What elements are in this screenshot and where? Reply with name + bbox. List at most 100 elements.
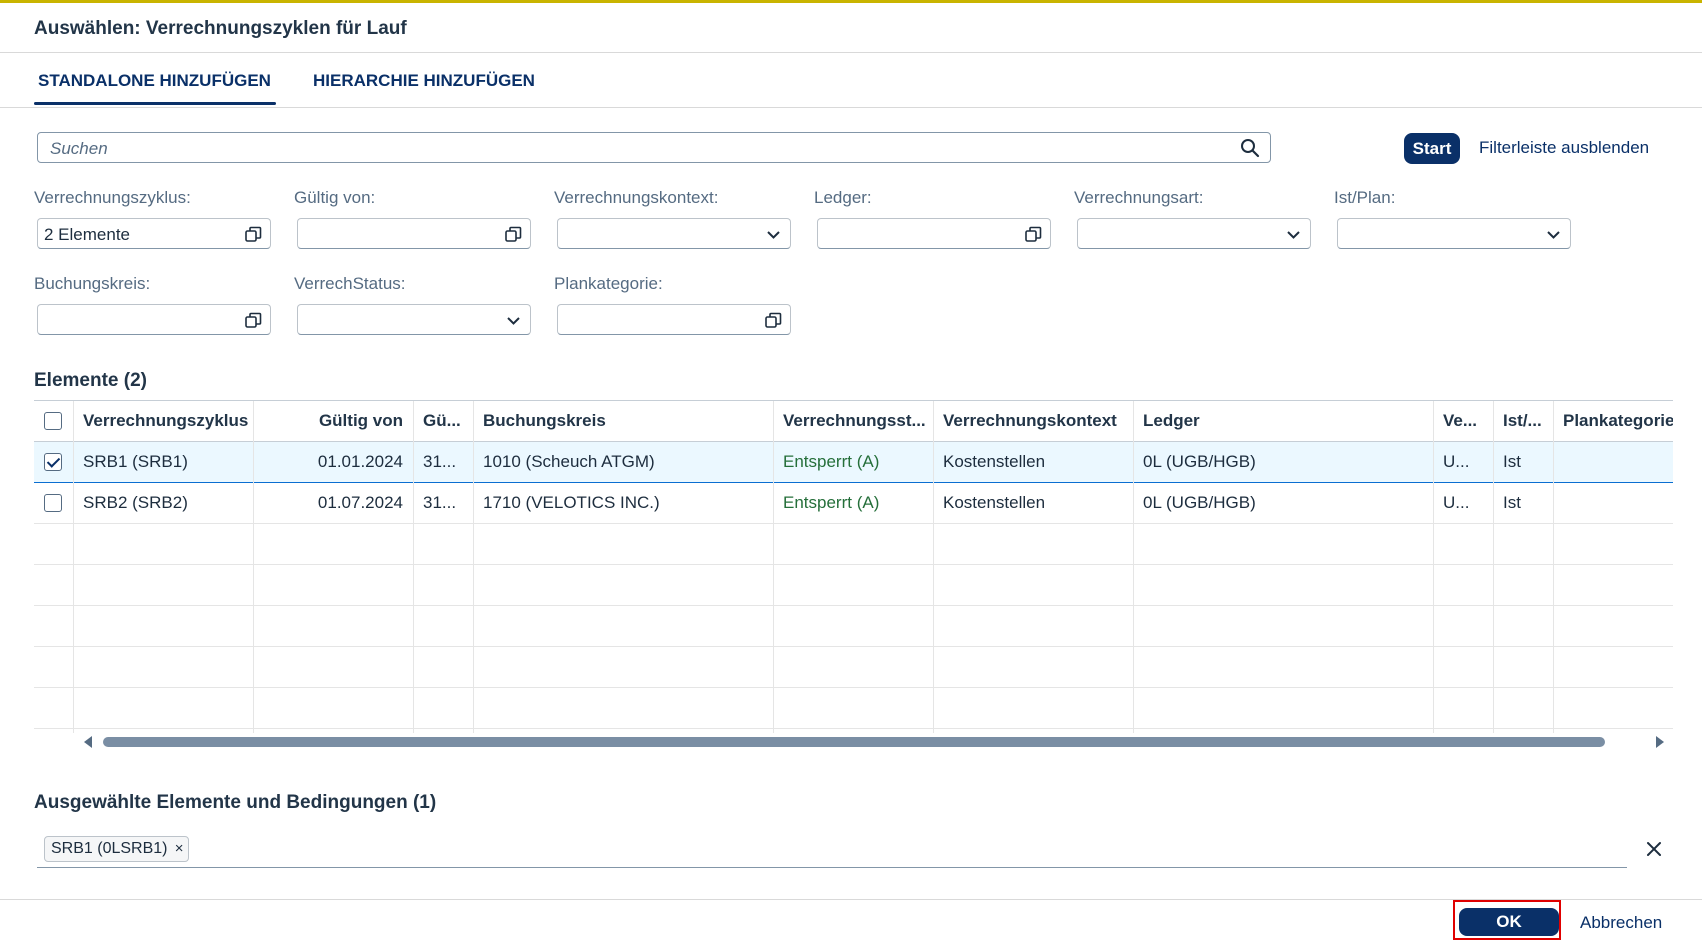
column-divider bbox=[473, 401, 474, 733]
label-ist-plan: Ist/Plan: bbox=[1334, 188, 1396, 207]
value-help-icon[interactable] bbox=[245, 226, 262, 243]
col-header-verrechnungskontext[interactable]: Verrechnungskontext bbox=[933, 401, 1133, 441]
cell-verrechnungszyklus: SRB2 (SRB2) bbox=[83, 493, 188, 512]
chevron-down-icon[interactable] bbox=[1545, 226, 1562, 243]
value-help-icon[interactable] bbox=[1025, 226, 1042, 243]
column-divider bbox=[253, 401, 254, 733]
chevron-down-icon[interactable] bbox=[1285, 226, 1302, 243]
cell-gueltig-bis: 31... bbox=[423, 452, 457, 471]
start-button[interactable]: Start bbox=[1404, 133, 1460, 164]
selected-token[interactable]: SRB1 (0LSRB1) × bbox=[44, 836, 189, 862]
cell-gueltig-von: 01.07.2024 bbox=[317, 493, 403, 512]
cell-plankategorie bbox=[1553, 483, 1673, 523]
row-checkbox[interactable] bbox=[44, 494, 62, 512]
label-gueltig-von: Gültig von: bbox=[294, 188, 376, 207]
column-divider bbox=[1433, 401, 1434, 733]
token-remove-icon[interactable]: × bbox=[175, 837, 184, 861]
tab-standalone[interactable]: STANDALONE HINZUFÜGEN bbox=[38, 71, 271, 91]
column-divider bbox=[413, 401, 414, 733]
cell-buchungskreis: 1710 (VELOTICS INC.) bbox=[483, 493, 660, 512]
column-divider bbox=[933, 401, 934, 733]
label-buchungskreis: Buchungskreis: bbox=[34, 274, 151, 293]
col-header-buchungskreis[interactable]: Buchungskreis bbox=[473, 401, 773, 441]
chevron-down-icon[interactable] bbox=[505, 312, 522, 329]
cell-gueltig-von: 01.01.2024 bbox=[317, 452, 403, 471]
col-header-verrechnungszyklus[interactable]: Verrechnungszyklus bbox=[73, 401, 253, 441]
cell-gueltig-bis: 31... bbox=[423, 493, 457, 512]
column-divider bbox=[73, 401, 74, 733]
field-gueltig-von[interactable] bbox=[297, 218, 531, 249]
search-icon[interactable] bbox=[1240, 138, 1260, 158]
column-divider bbox=[1133, 401, 1134, 733]
col-header-plankategorie[interactable]: Plankategorie bbox=[1553, 401, 1673, 441]
table-row-empty bbox=[34, 524, 1673, 565]
tab-bar: STANDALONE HINZUFÜGEN HIERARCHIE HINZUFÜ… bbox=[0, 53, 1702, 108]
active-tab-indicator bbox=[34, 102, 276, 105]
select-verrechnungsart[interactable] bbox=[1077, 218, 1311, 249]
col-header-ledger[interactable]: Ledger bbox=[1133, 401, 1433, 441]
cell-verrechnungsart: U... bbox=[1443, 452, 1470, 471]
table-row-empty bbox=[34, 606, 1673, 647]
cell-ist-plan: Ist bbox=[1503, 452, 1521, 471]
token-label: SRB1 (0LSRB1) bbox=[51, 840, 168, 857]
column-divider bbox=[1493, 401, 1494, 733]
cancel-button[interactable]: Abbrechen bbox=[1580, 913, 1662, 933]
dialog-header: Auswählen: Verrechnungszyklen für Lauf bbox=[0, 3, 1702, 53]
tab-hierarchy[interactable]: HIERARCHIE HINZUFÜGEN bbox=[313, 71, 535, 91]
select-ist-plan[interactable] bbox=[1337, 218, 1571, 249]
scrollbar-thumb[interactable] bbox=[103, 737, 1605, 747]
select-all-checkbox[interactable] bbox=[44, 412, 62, 430]
items-table: Verrechnungszyklus Gültig von Gü... Buch… bbox=[34, 400, 1673, 733]
select-verrechstatus[interactable] bbox=[297, 304, 531, 335]
label-plankategorie: Plankategorie: bbox=[554, 274, 663, 293]
field-value: 2 Elemente bbox=[44, 225, 130, 244]
col-header-verrechnungsart[interactable]: Ve... bbox=[1433, 401, 1493, 441]
search-field[interactable] bbox=[37, 132, 1271, 163]
ok-button-highlight bbox=[1453, 900, 1561, 940]
dialog-title: Auswählen: Verrechnungszyklen für Lauf bbox=[34, 18, 407, 39]
field-verrechnungszyklus[interactable]: 2 Elemente bbox=[37, 218, 271, 249]
label-verrechnungskontext: Verrechnungskontext: bbox=[554, 188, 719, 207]
col-header-gueltig-von[interactable]: Gültig von bbox=[253, 401, 413, 441]
label-verrechnungsart: Verrechnungsart: bbox=[1074, 188, 1204, 207]
scroll-right-icon[interactable] bbox=[1656, 736, 1664, 748]
table-row-empty bbox=[34, 565, 1673, 606]
value-help-icon[interactable] bbox=[245, 312, 262, 329]
value-help-icon[interactable] bbox=[765, 312, 782, 329]
row-select-cell bbox=[34, 483, 73, 523]
selected-tokens-field[interactable]: SRB1 (0LSRB1) × bbox=[37, 832, 1627, 868]
select-all-cell bbox=[34, 401, 73, 441]
value-help-icon[interactable] bbox=[505, 226, 522, 243]
cell-status: Entsperrt (A) bbox=[783, 493, 880, 512]
search-input[interactable] bbox=[48, 137, 1222, 161]
cell-verrechnungsart: U... bbox=[1443, 493, 1470, 512]
chevron-down-icon[interactable] bbox=[765, 226, 782, 243]
hide-filterbar-button[interactable]: Filterleiste ausblenden bbox=[1479, 138, 1649, 158]
col-header-verrechnungsstatus[interactable]: Verrechnungsst... bbox=[773, 401, 933, 441]
row-checkbox[interactable] bbox=[44, 453, 62, 471]
cell-ledger: 0L (UGB/HGB) bbox=[1143, 452, 1256, 471]
field-buchungskreis[interactable] bbox=[37, 304, 271, 335]
label-verrechstatus: VerrechStatus: bbox=[294, 274, 406, 293]
table-row[interactable]: SRB2 (SRB2) 01.07.2024 31... 1710 (VELOT… bbox=[34, 483, 1673, 524]
cell-status: Entsperrt (A) bbox=[783, 452, 880, 471]
table-row-empty bbox=[34, 647, 1673, 688]
cell-ledger: 0L (UGB/HGB) bbox=[1143, 493, 1256, 512]
cell-plankategorie bbox=[1553, 442, 1673, 482]
horizontal-scrollbar[interactable] bbox=[84, 736, 1664, 750]
cell-ist-plan: Ist bbox=[1503, 493, 1521, 512]
cell-verrechnungskontext: Kostenstellen bbox=[943, 452, 1046, 471]
label-verrechnungszyklus: Verrechnungszyklus: bbox=[34, 188, 191, 207]
table-row[interactable]: SRB1 (SRB1) 01.01.2024 31... 1010 (Scheu… bbox=[34, 442, 1673, 483]
scroll-left-icon[interactable] bbox=[84, 736, 92, 748]
field-plankategorie[interactable] bbox=[557, 304, 791, 335]
column-divider bbox=[1553, 401, 1554, 733]
col-header-ist-plan[interactable]: Ist/... bbox=[1493, 401, 1553, 441]
col-header-gueltig-bis[interactable]: Gü... bbox=[413, 401, 473, 441]
table-header-row: Verrechnungszyklus Gültig von Gü... Buch… bbox=[34, 401, 1673, 442]
clear-all-icon[interactable] bbox=[1645, 840, 1663, 858]
label-ledger: Ledger: bbox=[814, 188, 872, 207]
select-verrechnungskontext[interactable] bbox=[557, 218, 791, 249]
cell-verrechnungszyklus: SRB1 (SRB1) bbox=[83, 452, 188, 471]
field-ledger[interactable] bbox=[817, 218, 1051, 249]
